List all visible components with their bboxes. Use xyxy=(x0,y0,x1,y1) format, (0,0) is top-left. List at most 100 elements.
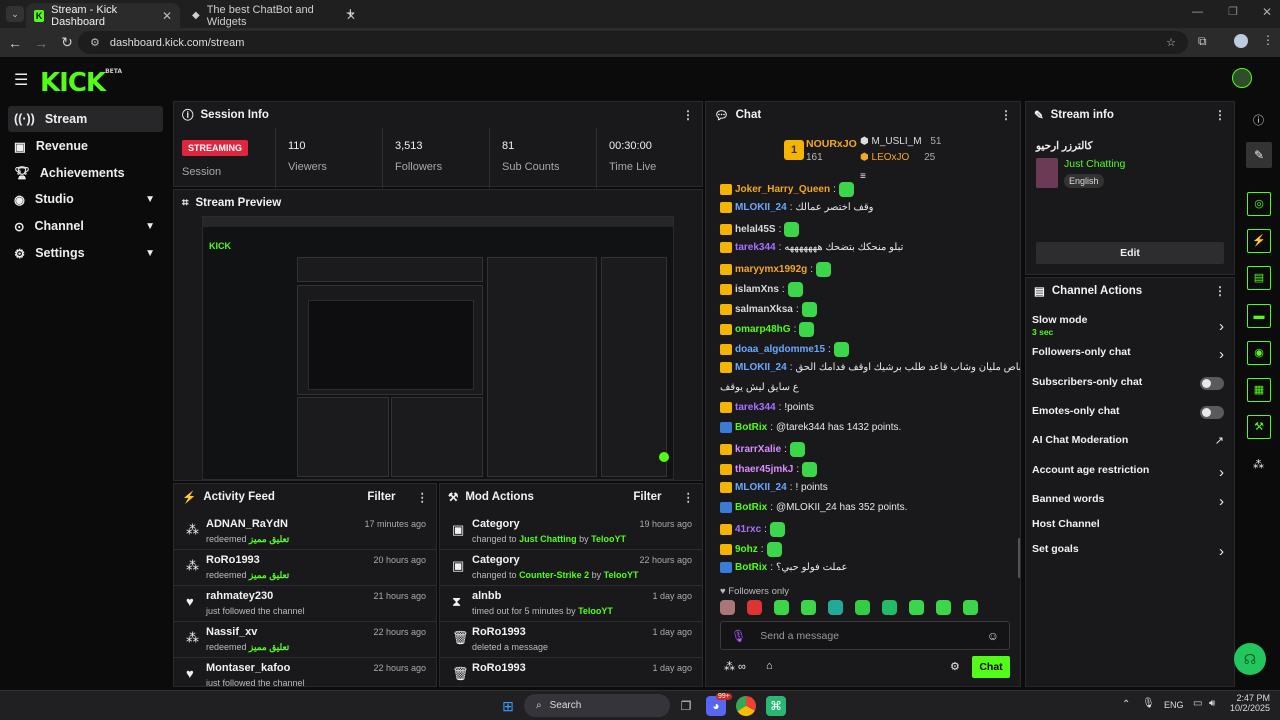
minimize-button[interactable]: — xyxy=(1192,6,1203,18)
nav-settings[interactable]: ⚙ Settings ▼ xyxy=(8,240,163,266)
chat-message[interactable]: Joker_Harry_Queen: xyxy=(720,182,854,197)
chat-username[interactable]: Joker_Harry_Queen xyxy=(735,184,830,195)
more-options-icon[interactable]: ⋮ xyxy=(683,490,695,504)
stream-video[interactable]: KICK xyxy=(202,216,674,480)
hamburger-menu-icon[interactable]: ☰ xyxy=(14,70,28,90)
activity-item[interactable]: ⁂ ADNAN_RaYdN redeemed تعليق مميز 17 min… xyxy=(174,514,436,550)
chat-message[interactable]: doaa_algdomme15: xyxy=(720,342,849,357)
back-button[interactable]: ← xyxy=(2,35,28,51)
rail-document-icon[interactable]: ▤ xyxy=(1247,266,1271,290)
points-icon[interactable]: ⁂ ∞ xyxy=(724,660,746,673)
activity-item[interactable]: ♥ Montaser_kafoo just followed the chann… xyxy=(174,658,436,686)
chat-username[interactable]: MLOKII_24 xyxy=(735,482,787,493)
channel-action-item[interactable]: AI Chat Moderation xyxy=(1032,434,1230,446)
task-view-icon[interactable]: ❐ xyxy=(676,696,696,716)
chat-message[interactable]: MLOKII_24: وقف اختصر عمالك xyxy=(720,202,873,213)
chat-username[interactable]: 9ohz xyxy=(735,544,758,555)
more-options-icon[interactable]: ⋮ xyxy=(1214,108,1226,122)
chat-message[interactable]: ع سايق ليش يوقف xyxy=(720,382,799,393)
info-rail-icon[interactable]: ⓘ xyxy=(1253,112,1264,128)
channel-action-item[interactable]: Account age restriction xyxy=(1032,464,1230,476)
language-indicator[interactable]: ENG xyxy=(1164,700,1184,710)
nav-studio[interactable]: ◉ Studio ▼ xyxy=(8,186,163,212)
rail-broadcast-icon[interactable]: ◉ xyxy=(1247,341,1271,365)
volume-icon[interactable]: 🔊︎ xyxy=(1209,698,1215,709)
browser-menu-icon[interactable]: ⋮ xyxy=(1262,33,1274,47)
chat-message[interactable]: krarrXalie: xyxy=(720,442,805,457)
url-field[interactable]: ⚙ dashboard.kick.com/stream ☆ xyxy=(78,31,1188,54)
send-chat-button[interactable]: Chat xyxy=(972,656,1010,678)
profile-avatar[interactable] xyxy=(1234,34,1248,48)
chat-settings-icon[interactable]: ⚙ xyxy=(950,660,960,673)
rail-points-icon[interactable]: ⁂ xyxy=(1253,458,1264,471)
clock[interactable]: 2:47 PM 10/2/2025 xyxy=(1230,693,1270,713)
rail-wrench-icon[interactable]: ⚒ xyxy=(1247,415,1271,439)
tab-kick-dashboard[interactable]: K Stream - Kick Dashboard ✕ xyxy=(26,3,180,28)
chat-username[interactable]: BotRix xyxy=(735,502,767,513)
toggle-switch[interactable] xyxy=(1200,406,1224,419)
chat-scrollbar[interactable] xyxy=(1018,538,1020,578)
mic-tray-icon[interactable]: 🎙︎ xyxy=(1142,698,1155,709)
external-link-icon[interactable]: ↗ xyxy=(1215,434,1224,447)
more-options-icon[interactable]: ⋮ xyxy=(682,108,694,122)
chat-message[interactable]: tarek344: تبلو منحكك بتضحك هههههههه xyxy=(720,242,903,253)
support-headset-button[interactable]: ☊ xyxy=(1234,643,1266,675)
chat-message[interactable]: MLOKII_24:والله عيب افوت ع باص مليان وشا… xyxy=(720,362,1020,373)
microphone-icon[interactable]: 🎙︎ xyxy=(731,629,746,643)
chevron-right-icon[interactable]: › xyxy=(1219,346,1224,363)
channel-action-item[interactable]: Followers-only chat xyxy=(1032,346,1230,358)
mod-action-item[interactable]: 🗑︎ RoRo1993 1 day ago xyxy=(440,658,702,686)
chat-message[interactable]: BotRix: @MLOKII_24 has 352 points. xyxy=(720,502,907,513)
mod-action-item[interactable]: ▣ Category changed to Just Chatting by T… xyxy=(440,514,702,550)
chat-username[interactable]: MLOKII_24 xyxy=(735,362,787,373)
filter-button[interactable]: Filter xyxy=(367,491,395,503)
nav-stream[interactable]: ((·)) Stream xyxy=(8,106,163,132)
chat-username[interactable]: tarek344 xyxy=(735,402,776,413)
taskbar-search[interactable]: ⌕ Search xyxy=(524,694,670,717)
rail-chat-icon[interactable]: ▬ xyxy=(1247,304,1271,328)
emoji-icon[interactable]: ☺ xyxy=(987,629,999,643)
channel-action-item[interactable]: Set goals xyxy=(1032,543,1230,555)
restore-button[interactable]: ❐ xyxy=(1228,5,1238,18)
chat-message[interactable]: 41rxc: xyxy=(720,522,785,537)
rail-lightning-icon[interactable]: ⚡ xyxy=(1247,229,1271,253)
channel-action-item[interactable]: Banned words xyxy=(1032,493,1230,505)
nav-revenue[interactable]: ▣ Revenue xyxy=(8,133,163,159)
mod-action-item[interactable]: ▣ Category changed to Counter-Strike 2 b… xyxy=(440,550,702,586)
chevron-right-icon[interactable]: › xyxy=(1219,543,1224,560)
activity-item[interactable]: ⁂ RoRo1993 redeemed تعليق مميز 20 hours … xyxy=(174,550,436,586)
chat-message[interactable]: BotRix: عملت فولو حبي؟ xyxy=(720,562,847,573)
nav-achievements[interactable]: 🏆︎ Achievements xyxy=(8,160,163,186)
channel-action-item[interactable]: Host Channel xyxy=(1032,518,1230,530)
chat-username[interactable]: omarp48hG xyxy=(735,324,791,335)
chat-username[interactable]: krarrXalie xyxy=(735,444,781,455)
more-options-icon[interactable]: ⋮ xyxy=(1000,108,1012,122)
chat-username[interactable]: tarek344 xyxy=(735,242,776,253)
bookmark-star-icon[interactable]: ☆ xyxy=(1166,36,1176,49)
more-options-icon[interactable]: ⋮ xyxy=(1214,284,1226,298)
chat-message[interactable]: helal45S: xyxy=(720,222,800,237)
chevron-right-icon[interactable]: › xyxy=(1219,318,1224,335)
more-options-icon[interactable]: ⋮ xyxy=(417,490,429,504)
nav-channel[interactable]: ⊙ Channel ▼ xyxy=(8,213,163,239)
chat-message[interactable]: 9ohz: xyxy=(720,542,782,557)
edit-stream-info-button[interactable]: Edit xyxy=(1036,242,1224,264)
mod-action-item[interactable]: ⧗ alnbb timed out for 5 minutes by Teloo… xyxy=(440,586,702,622)
chat-username[interactable]: doaa_algdomme15 xyxy=(735,344,825,355)
chat-message[interactable]: BotRix: @tarek344 has 1432 points. xyxy=(720,422,901,433)
chrome-icon[interactable] xyxy=(736,696,756,716)
tab-botrix[interactable]: ◆ The best ChatBot and Widgets ✕ xyxy=(184,3,364,28)
edit-layout-icon[interactable]: ✎ xyxy=(1246,142,1272,168)
forward-button[interactable]: → xyxy=(28,35,54,51)
chat-username[interactable]: islamXns xyxy=(735,284,779,295)
channel-action-item[interactable]: Slow mode 3 sec xyxy=(1032,314,1230,337)
chat-message[interactable]: MLOKII_24:! points xyxy=(720,482,828,493)
chevron-right-icon[interactable]: › xyxy=(1219,464,1224,481)
chat-message[interactable]: omarp48hG: xyxy=(720,322,815,337)
chat-message[interactable]: tarek344: !points xyxy=(720,402,814,413)
tray-chevron-icon[interactable]: ⌃ xyxy=(1122,699,1130,710)
chat-message[interactable]: salmanXksa: xyxy=(720,302,817,317)
new-tab-button[interactable]: + xyxy=(346,5,355,22)
collapse-leaderboard-icon[interactable]: ≡ xyxy=(860,171,866,182)
filter-button[interactable]: Filter xyxy=(633,491,661,503)
